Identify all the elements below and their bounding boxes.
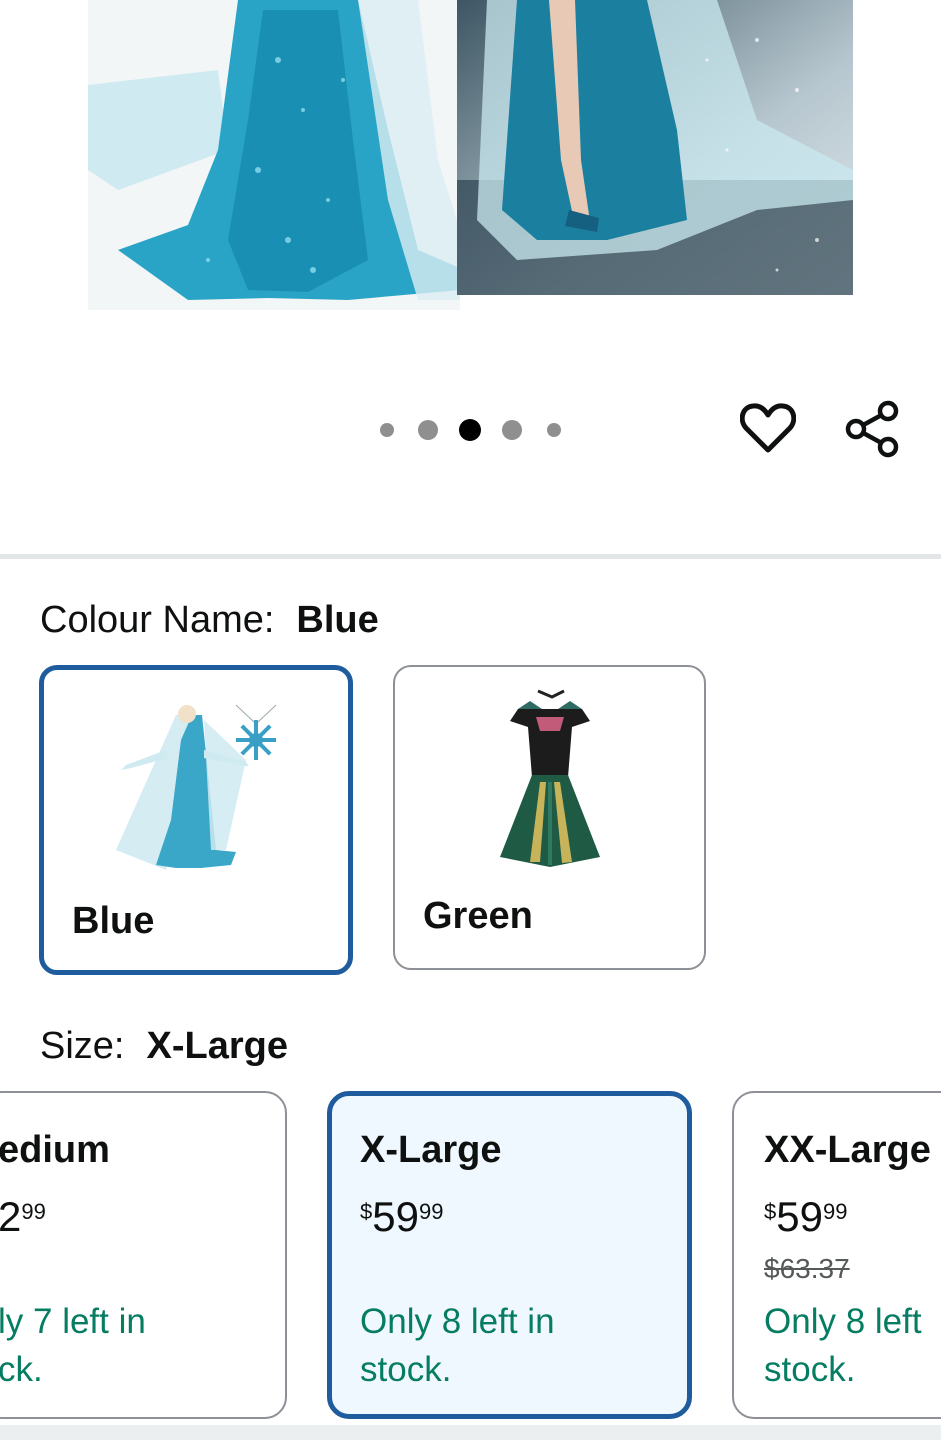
- product-photo-blue-gown-left[interactable]: [88, 0, 460, 310]
- heart-icon[interactable]: [738, 398, 798, 458]
- size-option-price: $5999: [360, 1193, 443, 1241]
- product-photo-blue-gown-right[interactable]: [457, 0, 853, 295]
- blue-gown-thumbnail: [116, 704, 277, 870]
- size-option-medium[interactable]: edium 299 ly 7 left in ck.: [0, 1091, 287, 1419]
- bottom-edge-shade: [0, 1425, 941, 1440]
- size-selected-value: X-Large: [146, 1025, 288, 1067]
- size-option-name: X-Large: [360, 1129, 502, 1171]
- size-option-xx-large[interactable]: XX-Large $5999 $63.37 Only 8 left stock.: [732, 1091, 941, 1419]
- colour-option-blue[interactable]: Blue: [39, 665, 353, 975]
- size-option-name: edium: [0, 1129, 110, 1171]
- was-price: $63.37: [764, 1253, 850, 1284]
- price-whole: 59: [776, 1193, 823, 1240]
- carousel-dot[interactable]: [547, 423, 561, 437]
- colour-option-label: Blue: [72, 900, 155, 942]
- carousel-dot[interactable]: [502, 420, 522, 440]
- stock-status-line-1: Only 8 left in: [360, 1302, 555, 1341]
- share-icon[interactable]: [842, 398, 904, 460]
- price-currency: $: [360, 1199, 373, 1224]
- colour-name-row: Colour Name: Blue: [40, 598, 379, 642]
- size-option-name: XX-Large: [764, 1129, 931, 1171]
- price-fraction: 99: [418, 1199, 444, 1224]
- size-row: Size: X-Large: [40, 1024, 288, 1068]
- stock-status-line-1: Only 8 left: [764, 1302, 922, 1341]
- price-currency: $: [764, 1199, 777, 1224]
- price-fraction: 99: [822, 1199, 848, 1224]
- price-whole: 59: [372, 1193, 419, 1240]
- carousel-page-dots[interactable]: [378, 418, 564, 442]
- colour-selected-value: Blue: [296, 599, 379, 641]
- size-option-price: $5999: [764, 1193, 847, 1241]
- carousel-dot[interactable]: [459, 419, 481, 441]
- colour-option-green[interactable]: Green: [393, 665, 706, 970]
- stock-status-line-2: stock.: [764, 1350, 856, 1389]
- carousel-dot[interactable]: [380, 423, 394, 437]
- price-whole: 2: [0, 1193, 22, 1240]
- colour-name-label: Colour Name:: [40, 599, 275, 641]
- green-gown-thumbnail: [500, 689, 600, 867]
- size-option-x-large[interactable]: X-Large $5999 Only 8 left in stock.: [327, 1091, 692, 1419]
- product-image-gallery[interactable]: [0, 0, 941, 555]
- stock-status-line-2: ck.: [0, 1350, 43, 1389]
- section-divider: [0, 554, 941, 559]
- size-label: Size:: [40, 1025, 125, 1067]
- size-option-price: 299: [0, 1193, 46, 1241]
- price-fraction: 99: [21, 1199, 46, 1224]
- colour-option-label: Green: [423, 895, 533, 937]
- stock-status-line-1: ly 7 left in: [0, 1302, 146, 1341]
- carousel-dot[interactable]: [418, 420, 438, 440]
- stock-status-line-2: stock.: [360, 1350, 452, 1389]
